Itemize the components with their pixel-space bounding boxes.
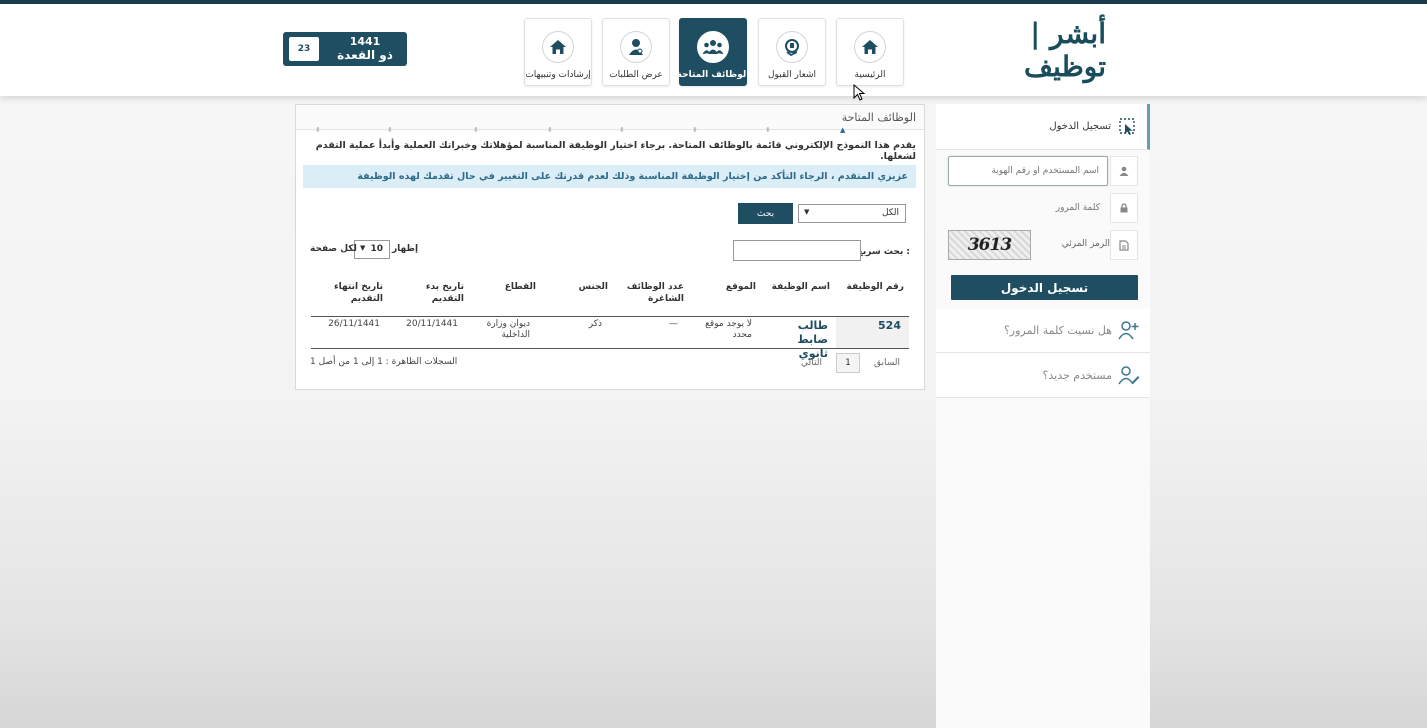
column-header-vacancies[interactable]: عدد الوظائف الشاغرة	[626, 273, 684, 309]
nav-view-requests[interactable]: عرض الطلبات	[602, 18, 670, 86]
column-header-location[interactable]: الموقع	[696, 273, 756, 309]
column-header-start-date[interactable]: تاريخ بدء التقديم	[394, 273, 464, 309]
column-header-gender[interactable]: الجنس	[552, 273, 608, 309]
per-page-label: لكل صفحة	[310, 244, 357, 254]
nav-view-requests-label: عرض الطلبات	[609, 70, 663, 80]
column-header-label: تاريخ انتهاء التقديم	[334, 282, 383, 304]
column-header-job-number[interactable]: رقم الوظيفة	[844, 273, 904, 309]
date-day: 23	[289, 37, 319, 61]
start-date-cell: 20/11/1441	[406, 319, 458, 329]
nav-available-jobs[interactable]: الوظائف المتاحة	[676, 18, 750, 86]
login-title: تسجيل الدخول	[1049, 121, 1111, 132]
sort-icon[interactable]: ⬍	[692, 126, 698, 134]
vacancies-cell: —	[669, 319, 678, 329]
password-input[interactable]	[948, 193, 1108, 223]
sort-icon[interactable]: ⬍	[473, 126, 479, 134]
captcha-document-icon	[1110, 230, 1138, 260]
nav-acceptance-label: اشعار القبول	[767, 70, 817, 80]
column-header-label: اسم الوظيفة	[771, 282, 830, 292]
column-header-label: رقم الوظيفة	[846, 282, 904, 292]
page-size-select[interactable]: 10 ▼	[354, 240, 390, 259]
nav-available-jobs-label: الوظائف المتاحة	[676, 70, 750, 80]
user-plus-icon	[1118, 320, 1140, 343]
notice-banner: عزيزي المتقدم ، الرجاء التأكد من إختيار …	[303, 165, 916, 188]
pager-prev-button[interactable]: السابق	[874, 358, 900, 368]
new-user-label: مستخدم جديد؟	[1042, 369, 1112, 382]
hand-card-icon	[776, 31, 808, 63]
user-edit-icon	[1118, 365, 1140, 388]
quick-search-label: بحث سريع :	[856, 247, 910, 257]
job-number-cell[interactable]: 524	[836, 317, 909, 349]
records-info: السجلات الظاهرة : 1 إلى 1 من أصل 1	[310, 357, 458, 367]
table-header-divider	[311, 316, 909, 317]
table-body-divider	[311, 348, 909, 349]
sector-cell: ديوان وزارة الداخلية	[486, 319, 530, 340]
gender-cell: ذكر	[588, 319, 602, 329]
column-header-label: عدد الوظائف الشاغرة	[626, 282, 684, 304]
lock-icon	[1110, 193, 1138, 223]
column-header-label: الجنس	[578, 282, 608, 292]
username-row	[948, 156, 1138, 186]
captcha-label: الرمز المرئي	[1061, 239, 1110, 249]
column-header-label: الموقع	[725, 282, 756, 292]
chevron-down-icon: ▼	[804, 208, 810, 216]
pager-page-1[interactable]: 1	[836, 353, 860, 373]
search-button[interactable]: بحث	[738, 203, 793, 224]
sort-icon[interactable]: ⬍	[765, 126, 771, 134]
user-icon	[1110, 156, 1138, 186]
filter-select-value: الكل	[881, 208, 899, 218]
forgot-password-label: هل نسيت كلمة المرور؟	[1003, 324, 1112, 337]
nav-guidelines[interactable]: إرشادات وتنبيهات	[524, 18, 592, 86]
pager-next-button[interactable]: التالي	[801, 358, 822, 368]
username-input[interactable]	[948, 156, 1108, 186]
people-group-icon	[697, 31, 729, 63]
date-month: ذو القعدة	[337, 48, 393, 62]
job-name-cell[interactable]: طالب ضابط ثانوي	[766, 319, 828, 361]
captcha-image: 3613	[948, 230, 1031, 260]
date-year: 1441	[349, 35, 381, 48]
location-cell: لا يوجد موقع محدد	[705, 319, 752, 340]
available-jobs-panel: الوظائف المتاحة يقدم هذا النموذج الإلكتر…	[295, 104, 925, 390]
sort-icon[interactable]: ⬍	[315, 126, 321, 134]
logo-text: أبشر | توظيف	[1024, 17, 1107, 83]
hijri-date-box: 23 1441 ذو القعدة	[283, 32, 407, 66]
column-header-label: القطاع	[504, 282, 536, 292]
filter-select[interactable]: الكل ▼	[798, 204, 906, 223]
sort-asc-icon[interactable]: ▲	[840, 126, 845, 134]
absher-tawzeef-logo[interactable]: أبشر | توظيف	[978, 17, 1107, 83]
column-header-label: تاريخ بدء التقديم	[425, 282, 464, 304]
column-header-sector[interactable]: القطاع	[478, 273, 536, 309]
home-icon	[542, 31, 574, 63]
panel-intro-text: يقدم هذا النموذج الإلكتروني قائمة بالوظا…	[315, 140, 916, 162]
login-sidebar: تسجيل الدخول 3613 الرمز المرئي تسجيل الد…	[936, 104, 1150, 728]
column-header-job-name[interactable]: اسم الوظيفة	[770, 273, 830, 309]
nav-guidelines-label: إرشادات وتنبيهات	[525, 70, 591, 80]
login-header: تسجيل الدخول	[936, 104, 1150, 150]
end-date-cell: 26/11/1441	[328, 319, 380, 329]
captcha-row: 3613 الرمز المرئي	[948, 230, 1138, 260]
forgot-password-link[interactable]: هل نسيت كلمة المرور؟	[936, 309, 1150, 353]
mouse-cursor-icon	[853, 83, 866, 104]
login-button[interactable]: تسجيل الدخول	[951, 275, 1138, 300]
quick-search-input[interactable]	[733, 240, 861, 261]
column-header-end-date[interactable]: تاريخ انتهاء التقديم	[322, 273, 383, 309]
sort-icon[interactable]: ⬍	[547, 126, 553, 134]
page-size-value: 10	[370, 244, 383, 254]
home-icon	[854, 31, 886, 63]
nav-acceptance-notice[interactable]: اشعار القبول	[758, 18, 826, 86]
sort-icon[interactable]: ⬍	[387, 126, 393, 134]
user-request-icon	[620, 31, 652, 63]
top-navigation-bar: أبشر | توظيف الرئيسية اشعار القبول الوظا…	[0, 0, 1427, 96]
nav-home[interactable]: الرئيسية	[836, 18, 904, 86]
chevron-down-icon: ▼	[360, 244, 366, 252]
nav-home-label: الرئيسية	[854, 70, 886, 80]
password-row	[948, 193, 1138, 223]
new-user-link[interactable]: مستخدم جديد؟	[936, 354, 1150, 398]
login-pointer-icon	[1119, 118, 1137, 139]
sort-icon[interactable]: ⬍	[619, 126, 625, 134]
show-label: إظهار	[392, 244, 419, 254]
